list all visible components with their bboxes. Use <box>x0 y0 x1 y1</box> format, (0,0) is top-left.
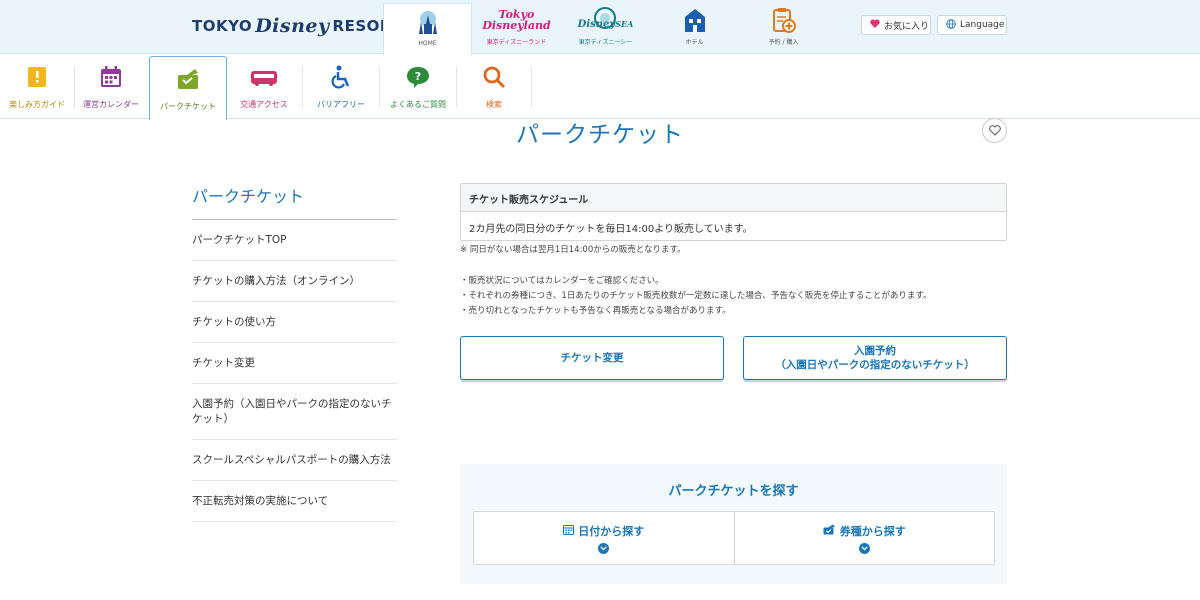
heart-outline-icon <box>988 121 1001 140</box>
question-icon: ? <box>405 65 431 93</box>
sidebar-item-entry-reservation[interactable]: 入園予約（入園日やパークの指定のないチケット） <box>192 384 397 440</box>
ticket-small-icon <box>823 524 836 538</box>
train-icon <box>250 65 278 93</box>
category-nav: 楽しみ方ガイド 運営カレンダー パークチケット 交通アクセス バリアフリー ? … <box>0 55 1200 120</box>
tokyo-disneysea-logo: Disney SEA <box>577 6 634 34</box>
park-tab-tds-label: 東京ディズニーシー <box>578 39 633 46</box>
sidebar-menu: パークチケットTOP チケットの購入方法（オンライン） チケットの使い方 チケッ… <box>192 220 397 522</box>
page-title: パークチケット <box>516 122 684 148</box>
sidebar-item-ticket-change[interactable]: チケット変更 <box>192 343 397 384</box>
subnav-label-access: 交通アクセス <box>240 100 288 109</box>
subnav-label-barrier-free: バリアフリー <box>317 100 365 109</box>
language-label: Language <box>960 20 1005 30</box>
sales-schedule-box: チケット販売スケジュール 2カ月先の同日分のチケットを毎日14:00より販売して… <box>460 183 1007 241</box>
find-ticket-title: パークチケットを探す <box>668 484 799 499</box>
park-tab-tokyo-disneysea[interactable]: Disney SEA 東京ディズニーシー <box>561 3 650 54</box>
sales-schedule-heading: チケット販売スケジュール <box>461 184 1006 212</box>
find-by-date-label: 日付から探す <box>578 524 645 538</box>
park-tabs: HOME Tokyo Disneyland 東京ディズニーランド Disney <box>383 3 828 55</box>
favorites-label: お気に入り <box>884 21 930 32</box>
schedule-note: ※ 同日がない場合は翌月1日14:00からの販売となります。 <box>460 245 686 255</box>
tds-brand-line1: Disney <box>577 18 616 30</box>
language-button[interactable]: Language <box>937 15 1007 35</box>
sidebar-title: パークチケット <box>192 187 305 206</box>
chevron-down-icon <box>858 542 870 554</box>
find-ticket-section: パークチケットを探す 日付から探す 券種から探す <box>460 464 1007 584</box>
park-tab-tdl-label: 東京ディズニーランド <box>486 39 547 46</box>
sidebar-item-how-to-use[interactable]: チケットの使い方 <box>192 302 397 343</box>
park-tab-hotel-label: ホテル <box>685 39 704 46</box>
subnav-item-guide[interactable]: 楽しみ方ガイド <box>0 55 74 117</box>
tds-brand-line2: SEA <box>615 18 634 29</box>
subnav-item-access[interactable]: 交通アクセス <box>227 55 301 117</box>
subnav-label-calendar: 運営カレンダー <box>83 100 139 109</box>
subnav-item-barrier-free[interactable]: バリアフリー <box>304 55 378 117</box>
subnav-item-ticket[interactable]: パークチケット <box>149 56 227 120</box>
find-by-type-button[interactable]: 券種から探す <box>733 512 995 564</box>
ticket-icon <box>175 67 201 95</box>
castle-icon <box>413 9 443 37</box>
sidebar-item-anti-resale[interactable]: 不正転売対策の実施について <box>192 481 397 522</box>
subnav-label-guide: 楽しみ方ガイド <box>9 100 65 109</box>
top-header: TOKYO Disney RESORT ® HOME Tokyo Disneyl… <box>0 0 1200 55</box>
sidebar-item-ticket-top[interactable]: パークチケットTOP <box>192 220 397 261</box>
sales-schedule-body: 2カ月先の同日分のチケットを毎日14:00より販売しています。 <box>469 224 753 235</box>
subnav-item-search[interactable]: 検索 <box>457 55 531 117</box>
tdl-brand-line2: Disneyland <box>482 19 551 32</box>
park-tab-hotel[interactable]: ホテル <box>650 3 739 54</box>
calendar-icon <box>99 65 123 93</box>
ticket-change-label: チケット変更 <box>560 352 624 364</box>
subnav-divider <box>531 67 532 107</box>
hotel-icon <box>683 6 707 34</box>
subnav-label-search: 検索 <box>486 100 502 109</box>
park-tab-reservation-label: 予約 / 購入 <box>768 39 799 46</box>
tokyo-disney-resort-logo[interactable]: TOKYO Disney RESORT ® <box>192 12 413 40</box>
guide-icon <box>26 65 48 93</box>
park-tab-home-label: HOME <box>418 40 437 47</box>
park-tab-home[interactable]: HOME <box>383 3 472 55</box>
calendar-small-icon <box>563 524 575 538</box>
schedule-bullet: ・売り切れとなったチケットも予告なく再販売となる場合があります。 <box>460 306 731 316</box>
entry-reservation-button[interactable]: 入園予約 （入園日やパークの指定のないチケット） <box>743 336 1007 380</box>
ticket-change-button[interactable]: チケット変更 <box>460 336 724 380</box>
tokyo-disneyland-logo: Tokyo Disneyland <box>482 6 550 34</box>
clipboard-plus-icon <box>772 6 796 34</box>
search-icon <box>482 65 506 93</box>
sidebar-item-school-passport[interactable]: スクールスペシャルパスポートの購入方法 <box>192 440 397 481</box>
logo-text-left: TOKYO <box>192 17 253 35</box>
find-by-date-button[interactable]: 日付から探す <box>474 512 734 564</box>
schedule-bullet: ・それぞれの券種につき、1日あたりのチケット販売枚数が一定数に達した場合、予告な… <box>460 291 932 301</box>
subnav-label-faq: よくあるご質問 <box>390 100 446 109</box>
subnav-item-faq[interactable]: ? よくあるご質問 <box>381 55 455 117</box>
svg-text:?: ? <box>415 70 421 83</box>
add-favorite-button[interactable] <box>982 118 1007 143</box>
subnav-item-calendar[interactable]: 運営カレンダー <box>74 55 148 117</box>
subnav-divider <box>379 67 380 107</box>
find-ticket-options: 日付から探す 券種から探す <box>473 511 995 565</box>
wheelchair-icon <box>330 65 352 93</box>
park-tab-tokyo-disneyland[interactable]: Tokyo Disneyland 東京ディズニーランド <box>472 3 561 54</box>
entry-reservation-label-line1: 入園予約 <box>854 345 896 357</box>
favorites-button[interactable]: お気に入り <box>861 15 931 35</box>
globe-icon <box>946 18 956 32</box>
find-by-type-label: 券種から探す <box>839 524 906 538</box>
heart-icon <box>870 19 880 31</box>
logo-text-script: Disney <box>255 15 330 37</box>
entry-reservation-label-line2: （入園日やパークの指定のないチケット） <box>775 359 975 371</box>
subnav-divider <box>302 67 303 107</box>
chevron-down-icon <box>598 542 610 554</box>
park-tab-reservation[interactable]: 予約 / 購入 <box>739 3 828 54</box>
subnav-label-ticket: パークチケット <box>160 102 216 111</box>
schedule-bullet: ・販売状況についてはカレンダーをご確認ください。 <box>460 276 664 286</box>
sidebar-item-purchase-online[interactable]: チケットの購入方法（オンライン） <box>192 261 397 302</box>
